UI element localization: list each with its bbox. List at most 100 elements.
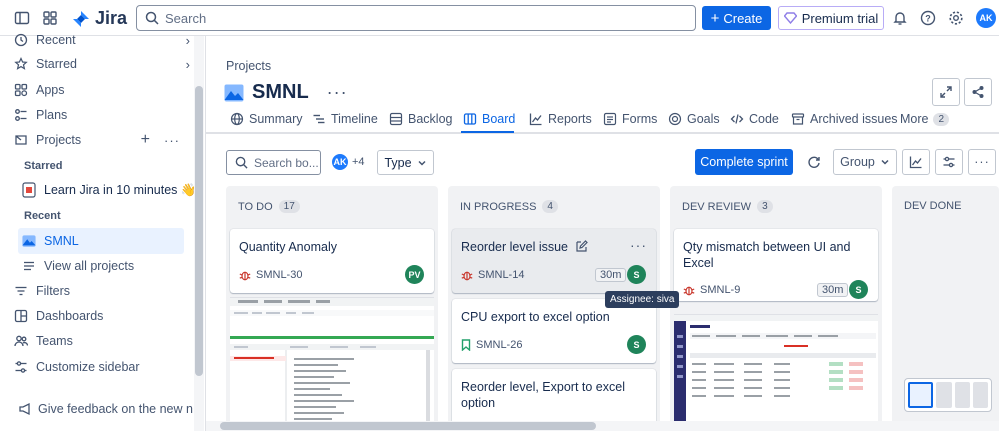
column-title: DEV DONE bbox=[904, 200, 962, 212]
minimap-viewport[interactable] bbox=[908, 382, 934, 408]
minimap-column bbox=[936, 382, 952, 408]
issue-card[interactable]: Quantity Anomaly SMNL-30 PV bbox=[230, 229, 434, 293]
sidebar-item-dashboards[interactable]: Dashboards bbox=[14, 305, 190, 327]
sidebar-scrollbar-thumb[interactable] bbox=[195, 86, 203, 376]
sprint-insights-button[interactable] bbox=[800, 149, 828, 175]
give-feedback-link[interactable]: Give feedback on the new n... bbox=[18, 402, 203, 416]
board-column-in-progress: IN PROGRESS 4 Reorder level issue ··· SM… bbox=[448, 186, 660, 431]
sidebar-toggle-icon[interactable] bbox=[12, 8, 32, 28]
sidebar-item-apps[interactable]: Apps bbox=[14, 79, 190, 101]
tab-forms[interactable]: Forms bbox=[603, 112, 657, 126]
more-horizontal-icon: ··· bbox=[974, 155, 990, 169]
board-more-button[interactable]: ··· bbox=[968, 149, 996, 175]
sidebar-item-starred[interactable]: Starred › bbox=[14, 53, 190, 75]
view-settings-button[interactable] bbox=[935, 149, 963, 175]
attachment-screenshot-thumbnail[interactable] bbox=[230, 297, 434, 431]
sidebar-item-view-all-projects[interactable]: View all projects bbox=[22, 255, 198, 277]
sidebar-item-filters[interactable]: Filters bbox=[14, 280, 190, 302]
project-more-icon[interactable]: ··· bbox=[327, 82, 348, 103]
premium-trial-button[interactable]: Premium trial bbox=[778, 6, 884, 30]
attachment-screenshot-thumbnail[interactable] bbox=[674, 314, 878, 431]
tab-label: Archived issues bbox=[810, 112, 898, 126]
sidebar-item-label: SMNL bbox=[44, 234, 79, 248]
sidebar-item-recent[interactable]: Recent › bbox=[14, 29, 190, 51]
board-search-input[interactable]: Search bo... bbox=[226, 150, 321, 175]
board-scrollbar-thumb[interactable] bbox=[220, 422, 596, 430]
help-icon[interactable]: ? bbox=[918, 8, 938, 28]
settings-gear-icon[interactable] bbox=[946, 8, 966, 28]
forms-icon bbox=[603, 112, 617, 126]
megaphone-icon bbox=[18, 402, 32, 416]
edit-pencil-icon[interactable] bbox=[575, 240, 589, 253]
page-title: SMNL bbox=[252, 81, 309, 103]
type-filter-dropdown[interactable]: Type bbox=[377, 150, 434, 175]
group-dropdown[interactable]: Group bbox=[833, 149, 897, 175]
premium-label: Premium trial bbox=[801, 10, 879, 26]
starred-section-header: Starred bbox=[24, 160, 63, 172]
sidebar-item-teams[interactable]: Teams bbox=[14, 330, 190, 352]
sidebar-item-label: Projects bbox=[36, 133, 82, 147]
add-project-icon[interactable]: + bbox=[141, 131, 150, 149]
expand-icon bbox=[940, 86, 952, 98]
issue-card[interactable]: CPU export to excel option SMNL-26 S bbox=[452, 299, 656, 363]
sidebar-item-plans[interactable]: Plans bbox=[14, 104, 190, 126]
search-icon bbox=[235, 156, 248, 169]
sidebar-item-label: Learn Jira in 10 minutes 👋 bbox=[44, 182, 197, 197]
share-button[interactable] bbox=[964, 78, 992, 106]
sidebar-item-smnl[interactable]: SMNL bbox=[22, 230, 198, 252]
tab-label: Backlog bbox=[408, 112, 453, 126]
user-avatar[interactable]: AK bbox=[976, 8, 996, 28]
insights-button[interactable] bbox=[902, 149, 930, 175]
more-options-icon[interactable]: ··· bbox=[164, 133, 180, 148]
assignee-avatar[interactable]: PV bbox=[405, 265, 424, 284]
jira-logo[interactable]: Jira bbox=[72, 8, 127, 29]
column-title: IN PROGRESS bbox=[460, 200, 537, 213]
chevron-right-icon: › bbox=[185, 32, 190, 48]
projects-icon bbox=[14, 133, 28, 147]
time-estimate: 30m bbox=[595, 268, 627, 282]
board-horizontal-scrollbar[interactable] bbox=[206, 421, 999, 431]
tab-summary[interactable]: Summary bbox=[230, 112, 302, 126]
smnl-project-icon bbox=[22, 234, 36, 248]
notifications-icon[interactable] bbox=[890, 8, 910, 28]
column-header: DEV REVIEW 3 bbox=[682, 200, 773, 213]
assignee-avatar[interactable]: S bbox=[627, 335, 646, 354]
tab-code[interactable]: Code bbox=[730, 112, 779, 126]
assignee-filter-avatar[interactable]: AK bbox=[330, 152, 350, 172]
recent-section-header: Recent bbox=[24, 210, 61, 222]
type-filter-label: Type bbox=[384, 155, 412, 170]
tab-reports[interactable]: Reports bbox=[529, 112, 592, 126]
fullscreen-button[interactable] bbox=[932, 78, 960, 106]
sidebar-item-label: Recent bbox=[36, 33, 76, 47]
sidebar-item-projects[interactable]: Projects + ··· bbox=[14, 129, 190, 151]
more-tabs-count-badge: 2 bbox=[933, 112, 950, 126]
globe-icon bbox=[230, 112, 244, 126]
more-assignees-count[interactable]: +4 bbox=[352, 156, 365, 168]
issue-card[interactable]: Qty mismatch between UI and Excel SMNL-9… bbox=[674, 229, 878, 301]
create-button[interactable]: + Create bbox=[702, 6, 771, 30]
learn-jira-project-icon bbox=[22, 182, 36, 198]
assignee-avatar[interactable]: S bbox=[627, 265, 646, 284]
plans-icon bbox=[14, 108, 28, 122]
tab-timeline[interactable]: Timeline bbox=[312, 112, 378, 126]
tab-goals[interactable]: Goals bbox=[668, 112, 720, 126]
search-input[interactable]: Search bbox=[136, 5, 696, 31]
sidebar-scrollbar[interactable] bbox=[194, 36, 204, 431]
issue-card[interactable]: Reorder level issue ··· SMNL-14 30m S bbox=[452, 229, 656, 293]
assignee-avatar[interactable]: S bbox=[849, 280, 868, 299]
column-count-badge: 4 bbox=[542, 200, 558, 213]
tab-more[interactable]: More 2 bbox=[900, 112, 950, 126]
breadcrumb[interactable]: Projects bbox=[226, 59, 271, 73]
card-more-icon[interactable]: ··· bbox=[630, 237, 647, 253]
app-switcher-icon[interactable] bbox=[40, 8, 60, 28]
minimap-column bbox=[972, 382, 989, 408]
tab-archived-issues[interactable]: Archived issues bbox=[791, 112, 898, 126]
tab-label: Code bbox=[749, 112, 779, 126]
tab-backlog[interactable]: Backlog bbox=[389, 112, 452, 126]
complete-sprint-button[interactable]: Complete sprint bbox=[695, 149, 793, 175]
board-minimap[interactable] bbox=[904, 378, 992, 412]
sidebar-item-learn-jira[interactable]: Learn Jira in 10 minutes 👋 bbox=[22, 179, 198, 201]
tab-board[interactable]: Board bbox=[463, 112, 515, 126]
sidebar-item-customize-sidebar[interactable]: Customize sidebar bbox=[14, 356, 190, 378]
share-icon bbox=[972, 86, 984, 98]
